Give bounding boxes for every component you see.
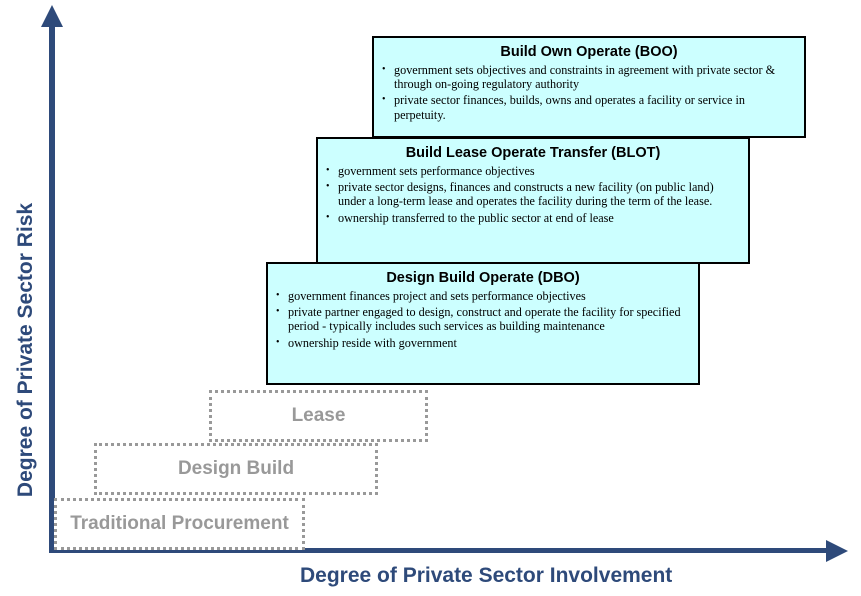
bullet-text: ownership transferred to the public sect…	[338, 210, 614, 225]
bullet-item: • government finances project and sets pe…	[276, 289, 690, 303]
y-axis-line	[49, 22, 55, 552]
bullet-item: • ownership reside with government	[276, 336, 690, 350]
bullet-item: • private sector designs, finances and co…	[326, 180, 740, 208]
blot-box: Build Lease Operate Transfer (BLOT) • gov…	[316, 137, 750, 264]
bullet-text: government finances project and sets per…	[288, 289, 586, 303]
bullet-icon: •	[326, 181, 330, 193]
boo-box: Build Own Operate (BOO) • government sets…	[372, 36, 806, 138]
design-build-box: Design Build	[94, 443, 378, 495]
blot-title: Build Lease Operate Transfer (BLOT)	[405, 145, 661, 161]
bullet-text: private sector finances, builds, owns an…	[394, 93, 745, 122]
lease-label: Lease	[291, 405, 346, 426]
boo-bullet-list: • government sets objectives and constrai…	[382, 63, 796, 122]
bullet-icon: •	[382, 64, 386, 75]
x-axis-arrow-icon	[826, 540, 848, 562]
bullet-icon: •	[276, 290, 280, 301]
boo-title: Build Own Operate (BOO)	[500, 44, 678, 60]
y-axis-arrow-icon	[41, 5, 63, 27]
dbo-bullet-list: • government finances project and sets pe…	[276, 289, 690, 350]
bullet-icon: •	[276, 336, 280, 348]
dbo-box: Design Build Operate (DBO) • government f…	[266, 262, 700, 385]
bullet-icon: •	[276, 306, 280, 318]
bullet-item: • private partner engaged to design, cons…	[276, 305, 690, 333]
bullet-text: private partner engaged to design, const…	[288, 305, 681, 334]
bullet-item: • government sets performance objectives	[326, 164, 740, 178]
bullet-item: • government sets objectives and constrai…	[382, 63, 796, 91]
bullet-text: government sets performance objectives	[338, 164, 535, 178]
bullet-text: ownership reside with government	[288, 335, 457, 350]
x-axis-label: Degree of Private Sector Involvement	[300, 564, 673, 587]
lease-box: Lease	[209, 390, 428, 442]
ppp-risk-diagram: Degree of Private Sector Risk Degree of …	[0, 0, 861, 596]
bullet-icon: •	[326, 211, 330, 223]
bullet-text: government sets objectives and constrain…	[394, 63, 776, 92]
y-axis-label: Degree of Private Sector Risk	[14, 202, 37, 498]
bullet-icon: •	[382, 94, 386, 106]
bullet-text: private sector designs, finances and con…	[338, 180, 714, 209]
bullet-icon: •	[326, 165, 330, 176]
traditional-procurement-label: Traditional Procurement	[70, 513, 289, 534]
bullet-item: • private sector finances, builds, owns a…	[382, 93, 796, 121]
blot-bullet-list: • government sets performance objectives …	[326, 164, 740, 225]
dbo-title: Design Build Operate (DBO)	[386, 270, 580, 286]
design-build-label: Design Build	[177, 458, 295, 479]
traditional-procurement-box: Traditional Procurement	[54, 498, 305, 550]
bullet-item: • ownership transferred to the public sec…	[326, 211, 740, 225]
